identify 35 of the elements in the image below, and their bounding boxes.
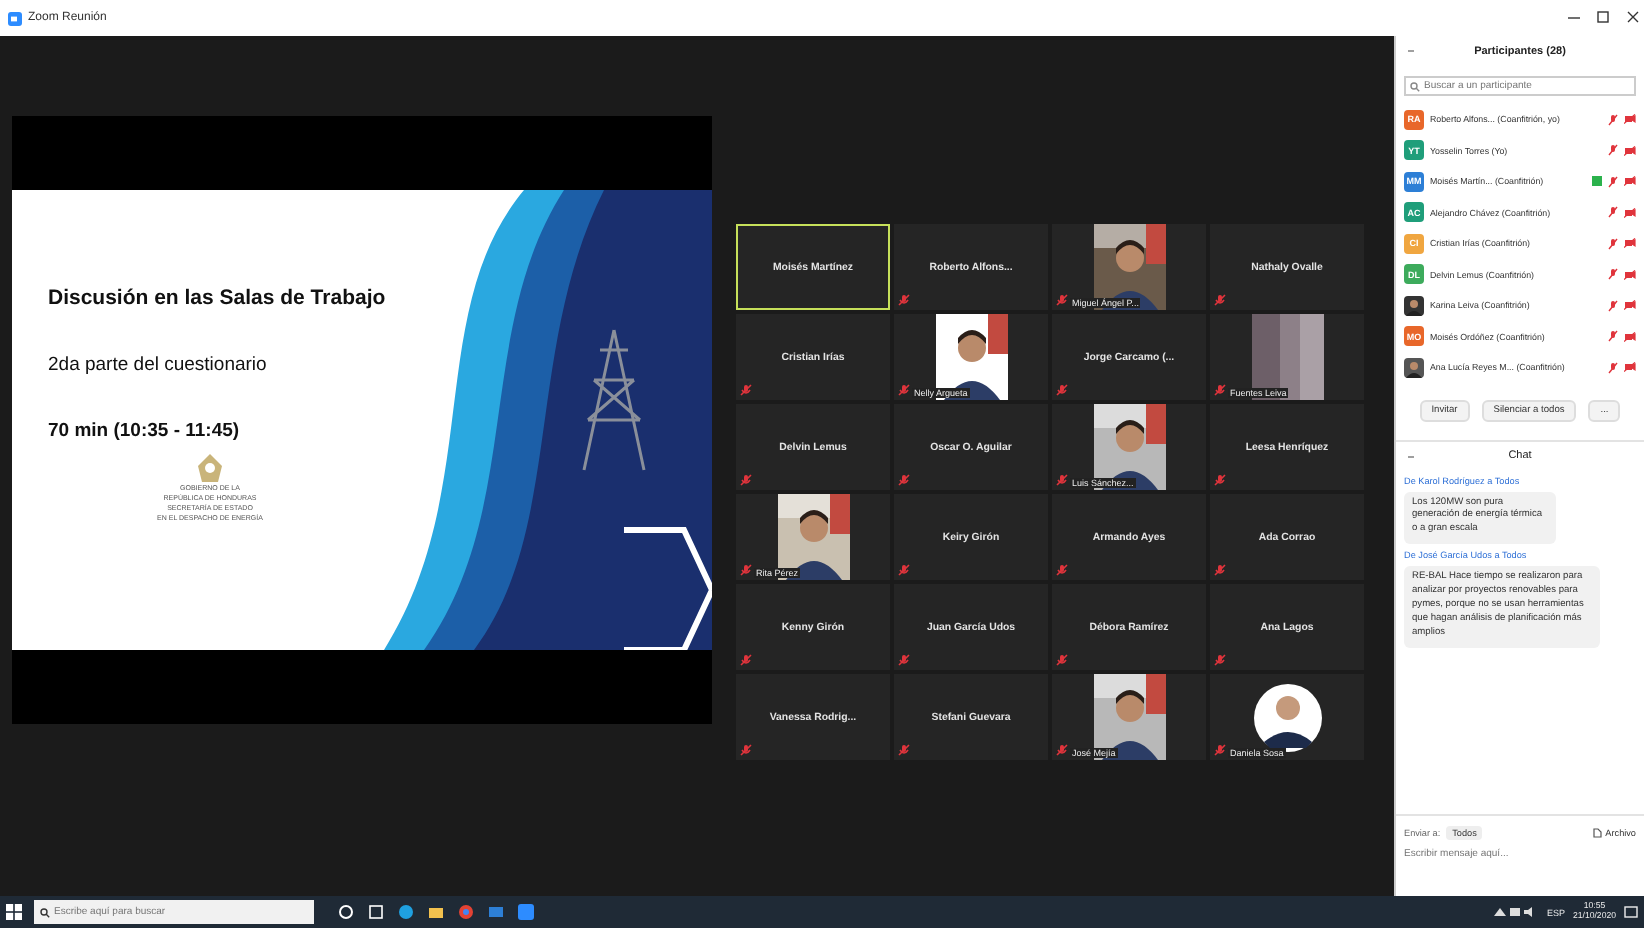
muted-mic-icon xyxy=(1608,237,1618,250)
muted-mic-icon xyxy=(1608,175,1618,188)
slide-title: Discusión en las Salas de Trabajo xyxy=(48,286,388,310)
video-off-icon xyxy=(1624,300,1636,311)
video-off-icon xyxy=(1624,114,1636,125)
folder-icon[interactable] xyxy=(428,904,444,920)
collapse-icon xyxy=(1406,451,1416,461)
muted-mic-icon xyxy=(1608,144,1618,157)
video-off-icon xyxy=(1624,207,1636,218)
muted-mic-icon xyxy=(1608,299,1618,312)
file-icon xyxy=(1591,828,1602,838)
notification-icon[interactable] xyxy=(1624,905,1638,919)
browser-icon[interactable] xyxy=(398,904,414,920)
video-off-icon xyxy=(1624,145,1636,156)
emblem-icon xyxy=(198,454,222,482)
window-controls-drawing[interactable] xyxy=(1564,10,1644,26)
video-off-icon xyxy=(1624,269,1636,280)
mail-icon[interactable] xyxy=(488,904,504,920)
muted-mic-icon xyxy=(1608,113,1618,126)
circle-icon[interactable] xyxy=(338,904,354,920)
task-view-icon[interactable] xyxy=(368,904,384,920)
slide-time: 70 min (10:35 - 11:45) xyxy=(48,420,242,442)
chrome-icon[interactable] xyxy=(458,904,474,920)
muted-mic-icon xyxy=(1608,206,1618,219)
video-off-icon xyxy=(1624,238,1636,249)
slide-subtitle: 2da parte del cuestionario xyxy=(48,354,269,376)
zoom-logo-icon xyxy=(8,11,22,25)
muted-mic-icon xyxy=(1608,268,1618,281)
video-off-icon xyxy=(1624,331,1636,342)
collapse-icon xyxy=(1406,46,1416,56)
start-icon[interactable] xyxy=(6,904,22,920)
muted-mic-icon xyxy=(1608,330,1618,343)
video-off-icon xyxy=(1624,176,1636,187)
video-off-icon xyxy=(1624,362,1636,373)
muted-mic-icon xyxy=(1608,361,1618,374)
